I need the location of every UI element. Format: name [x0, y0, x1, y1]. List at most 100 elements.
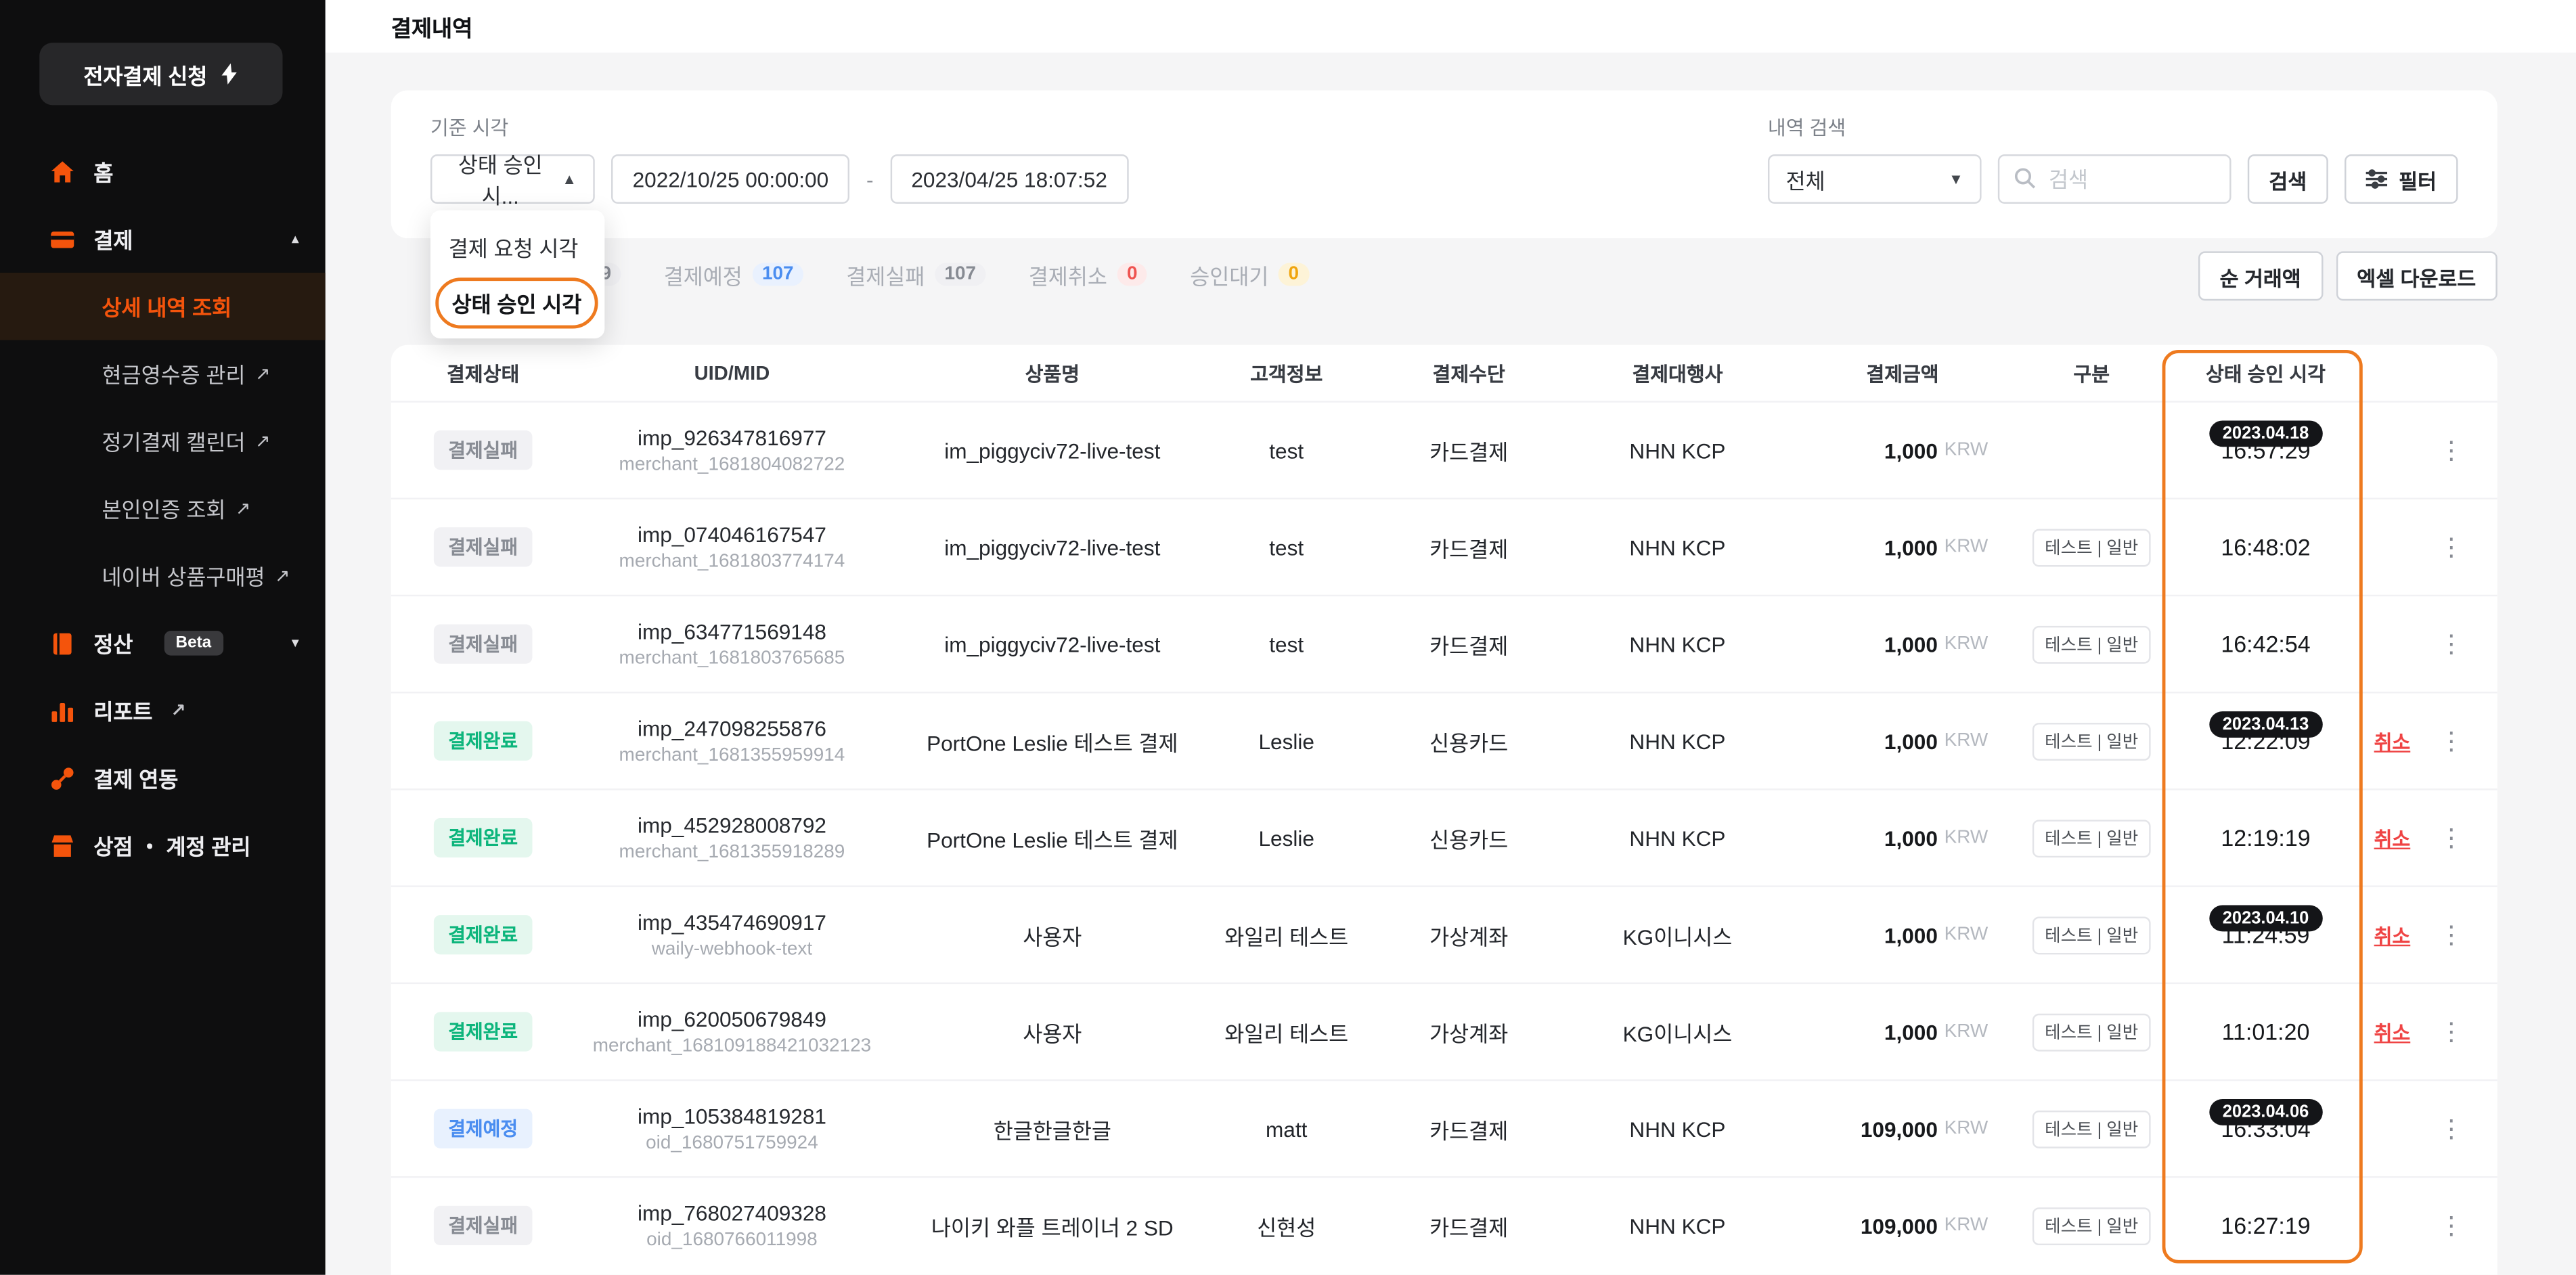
time-type-dropdown[interactable]: 상태 승인 시... ▲ — [430, 154, 595, 204]
tab-failed[interactable]: 결제실패107 — [846, 259, 985, 290]
sidebar-item-label: 결제 연동 — [93, 762, 178, 793]
time-type-option-1[interactable]: 결제 요청 시각 — [430, 219, 604, 275]
sidebar-subitem-naver-review[interactable]: 네이버 상품구매평↗ — [0, 542, 326, 610]
table-row[interactable]: 결제실패imp_634771569148merchant_16818037656… — [391, 595, 2497, 692]
net-amount-button[interactable]: 순 거래액 — [2198, 251, 2322, 300]
cell-status: 결제완료 — [411, 721, 556, 761]
sidebar-item-store-account[interactable]: 상점 ・ 계정 관리 — [0, 811, 326, 879]
filter-button[interactable]: 필터 — [2345, 154, 2458, 204]
sidebar-item-label: 결제 — [93, 223, 133, 254]
cell-uid-mid: imp_074046167547merchant_1681803774174 — [555, 522, 908, 572]
tab-pending[interactable]: 승인대기 0 — [1190, 259, 1308, 290]
external-link-icon: ↗ — [255, 363, 270, 384]
status-badge: 결제완료 — [433, 818, 532, 857]
sidebar-subitem-cash-receipt[interactable]: 현금영수증 관리↗ — [0, 340, 326, 407]
cell-amount: 1,000KRW — [1794, 438, 2011, 462]
e-payment-apply-button[interactable]: 전자결제 신청 — [39, 43, 282, 105]
column-header-2: UID/MID — [555, 361, 908, 384]
cell-status: 결제완료 — [411, 915, 556, 954]
kebab-menu-icon[interactable]: ⋮ — [2439, 1211, 2464, 1240]
cancel-link[interactable]: 취소 — [2374, 921, 2411, 949]
sidebar-subitem-detail-history[interactable]: 상세 내역 조회 — [0, 273, 326, 340]
cell-approved-time: 2023.04.1011:24:59 — [2172, 922, 2359, 948]
search-icon — [2013, 166, 2037, 199]
cell-method: 카드결제 — [1377, 1113, 1561, 1144]
currency-label: KRW — [1945, 441, 1989, 460]
date-group-badge: 2023.04.10 — [2209, 905, 2322, 932]
tab-label: 승인대기 — [1190, 259, 1268, 290]
cell-amount: 1,000KRW — [1794, 922, 2011, 947]
time-type-option-2[interactable]: 상태 승인 시각 — [430, 274, 604, 330]
cell-method: 카드결제 — [1377, 434, 1561, 466]
category-badge: 테스트 | 일반 — [2032, 819, 2152, 857]
sidebar-item-home[interactable]: 홈 — [0, 138, 326, 206]
excel-download-button[interactable]: 엑셀 다운로드 — [2336, 251, 2497, 300]
time-text: 16:48:02 — [2221, 534, 2310, 560]
cell-product: 사용자 — [908, 1016, 1196, 1047]
table-row[interactable]: 결제예정imp_105384819281oid_1680751759924한글한… — [391, 1079, 2497, 1176]
table-row[interactable]: 결제완료imp_435474690917waily-webhook-text사용… — [391, 885, 2497, 982]
category-badge: 테스트 | 일반 — [2032, 1207, 2152, 1245]
app-root: 전자결제 신청 홈결제▴상세 내역 조회현금영수증 관리↗정기결제 캘린더↗본인… — [0, 0, 2576, 1275]
kebab-menu-icon[interactable]: ⋮ — [2439, 435, 2464, 465]
category-badge: 테스트 | 일반 — [2032, 722, 2152, 760]
table-row[interactable]: 결제실패imp_074046167547merchant_16818037741… — [391, 498, 2497, 595]
sidebar-item-label: 홈 — [93, 156, 113, 187]
cell-status: 결제예정 — [411, 1109, 556, 1148]
tab-scheduled[interactable]: 결제예정107 — [664, 259, 803, 290]
status-badge: 결제완료 — [433, 915, 532, 954]
tab-count: 107 — [935, 263, 986, 286]
cell-status: 결제실패 — [411, 1206, 556, 1245]
kebab-menu-icon[interactable]: ⋮ — [2439, 823, 2464, 853]
table-row[interactable]: 결제완료imp_452928008792merchant_16813559182… — [391, 788, 2497, 885]
sidebar-item-payment[interactable]: 결제▴ — [0, 205, 326, 273]
date-from-input[interactable]: 2022/10/25 00:00:00 — [611, 154, 850, 204]
cell-amount: 109,000KRW — [1794, 1213, 2011, 1238]
base-time-label: 기준 시각 — [430, 113, 1128, 141]
sidebar-item-label: 상점 ・ 계정 관리 — [93, 830, 250, 861]
tab-cancelled[interactable]: 결제취소0 — [1029, 259, 1147, 290]
cell-customer: test — [1196, 631, 1377, 656]
cell-actions: ⋮ — [2425, 823, 2478, 853]
cell-category: 테스트 | 일반 — [2011, 722, 2172, 760]
date-group-badge: 2023.04.18 — [2209, 420, 2322, 447]
kebab-menu-icon[interactable]: ⋮ — [2439, 1017, 2464, 1047]
date-to-input[interactable]: 2023/04/25 18:07:52 — [890, 154, 1129, 204]
cell-status: 결제실패 — [411, 624, 556, 663]
search-button[interactable]: 검색 — [2248, 154, 2328, 204]
tab-count: 0 — [1279, 263, 1309, 286]
table-row[interactable]: 결제실패imp_768027409328oid_1680766011998나이키… — [391, 1176, 2497, 1273]
currency-label: KRW — [1945, 537, 1989, 557]
cell-cancel: 취소 — [2359, 824, 2425, 851]
cell-approved-time: 12:19:19 — [2172, 825, 2359, 851]
uid-text: imp_074046167547 — [638, 522, 826, 547]
external-link-icon: ↗ — [255, 430, 270, 452]
kebab-menu-icon[interactable]: ⋮ — [2439, 629, 2464, 659]
sidebar-subitem-subscription-calendar[interactable]: 정기결제 캘린더↗ — [0, 407, 326, 475]
mid-text: merchant_168109188421032123 — [593, 1037, 871, 1056]
cancel-link[interactable]: 취소 — [2374, 824, 2411, 851]
search-category-select[interactable]: 전체 ▼ — [1768, 154, 1982, 204]
table-row[interactable]: 결제완료imp_620050679849merchant_16810918842… — [391, 983, 2497, 1079]
kebab-menu-icon[interactable]: ⋮ — [2439, 920, 2464, 949]
amount-value: 1,000 — [1884, 1019, 1938, 1044]
time-type-dropdown-menu: 결제 요청 시각상태 승인 시각 — [430, 210, 604, 338]
sidebar-item-integration[interactable]: 결제 연동 — [0, 744, 326, 812]
table-row[interactable]: 결제완료imp_247098255876merchant_16813559599… — [391, 692, 2497, 788]
date-range-separator: - — [866, 166, 874, 191]
sidebar-item-report[interactable]: 리포트↗ — [0, 677, 326, 744]
time-text: 16:42:54 — [2221, 631, 2310, 657]
mid-text: oid_1680766011998 — [646, 1230, 818, 1250]
cancel-link[interactable]: 취소 — [2374, 727, 2411, 755]
external-link-icon: ↗ — [236, 498, 250, 520]
kebab-menu-icon[interactable]: ⋮ — [2439, 726, 2464, 756]
cancel-link[interactable]: 취소 — [2374, 1018, 2411, 1046]
cell-category: 테스트 | 일반 — [2011, 819, 2172, 857]
cell-method: 가상계좌 — [1377, 1016, 1561, 1047]
kebab-menu-icon[interactable]: ⋮ — [2439, 1114, 2464, 1144]
kebab-menu-icon[interactable]: ⋮ — [2439, 533, 2464, 562]
cell-product: im_piggyciv72-live-test — [908, 438, 1196, 462]
sidebar-subitem-identity-check[interactable]: 본인인증 조회↗ — [0, 475, 326, 543]
sidebar-item-settlement[interactable]: 정산Beta▾ — [0, 610, 326, 677]
table-row[interactable]: 결제실패imp_926347816977merchant_16818040827… — [391, 401, 2497, 497]
